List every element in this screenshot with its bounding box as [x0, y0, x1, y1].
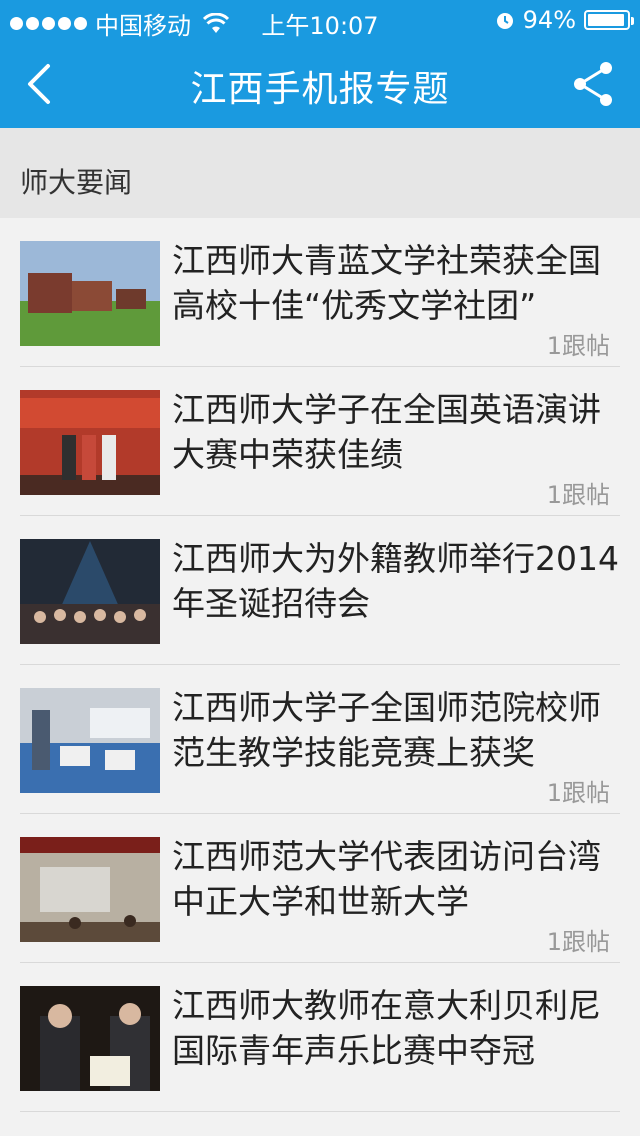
article-title: 江西师范大学代表团访问台湾中正大学和世新大学 [172, 837, 601, 921]
article-thumbnail [20, 390, 160, 495]
reply-count: 1跟帖 [546, 928, 610, 956]
article-title: 江西师大为外籍教师举行2014年圣诞招待会 [172, 539, 619, 623]
status-bar: 中国移动 上午10:07 94% [0, 0, 640, 40]
article-title: 江西师大教师在意大利贝利尼国际青年声乐比赛中夺冠 [172, 986, 601, 1070]
reply-count: 1跟帖 [546, 779, 610, 807]
article-item[interactable]: 江西师大青蓝文学社荣获全国高校十佳“优秀文学社团” 1跟帖 [20, 218, 620, 367]
battery-fill [588, 14, 624, 26]
status-right: 94% [495, 6, 634, 34]
article-item[interactable]: 江西师范大学代表团访问台湾中正大学和世新大学 1跟帖 [20, 814, 620, 963]
article-thumbnail [20, 837, 160, 942]
share-icon[interactable] [570, 60, 616, 108]
article-thumbnail [20, 241, 160, 346]
reply-count: 1跟帖 [546, 481, 610, 509]
battery-icon [584, 10, 634, 30]
battery-percent: 94% [522, 6, 576, 34]
alarm-icon [496, 13, 513, 29]
article-item[interactable]: 江西师大为外籍教师举行2014年圣诞招待会 [20, 516, 620, 665]
article-item[interactable]: 江西师大学子在全国英语演讲大赛中荣获佳绩 1跟帖 [20, 367, 620, 516]
article-thumbnail [20, 539, 160, 644]
article-list: 江西师大青蓝文学社荣获全国高校十佳“优秀文学社团” 1跟帖 江西师大学子在全国英… [0, 218, 640, 1112]
article-item[interactable]: 江西师大教师在意大利贝利尼国际青年声乐比赛中夺冠 [20, 963, 620, 1112]
article-thumbnail [20, 688, 160, 793]
article-title: 江西师大学子全国师范院校师范生教学技能竞赛上获奖 [172, 688, 601, 772]
page-title: 江西手机报专题 [190, 69, 450, 110]
navigation-bar: 江西手机报专题 [0, 40, 640, 128]
reply-count: 1跟帖 [546, 332, 610, 360]
section-title: 师大要闻 [20, 166, 133, 199]
article-item[interactable]: 江西师大学子全国师范院校师范生教学技能竞赛上获奖 1跟帖 [20, 665, 620, 814]
section-header: 师大要闻 [0, 128, 640, 218]
article-title: 江西师大青蓝文学社荣获全国高校十佳“优秀文学社团” [172, 241, 601, 325]
article-title: 江西师大学子在全国英语演讲大赛中荣获佳绩 [172, 390, 601, 474]
article-thumbnail [20, 986, 160, 1091]
